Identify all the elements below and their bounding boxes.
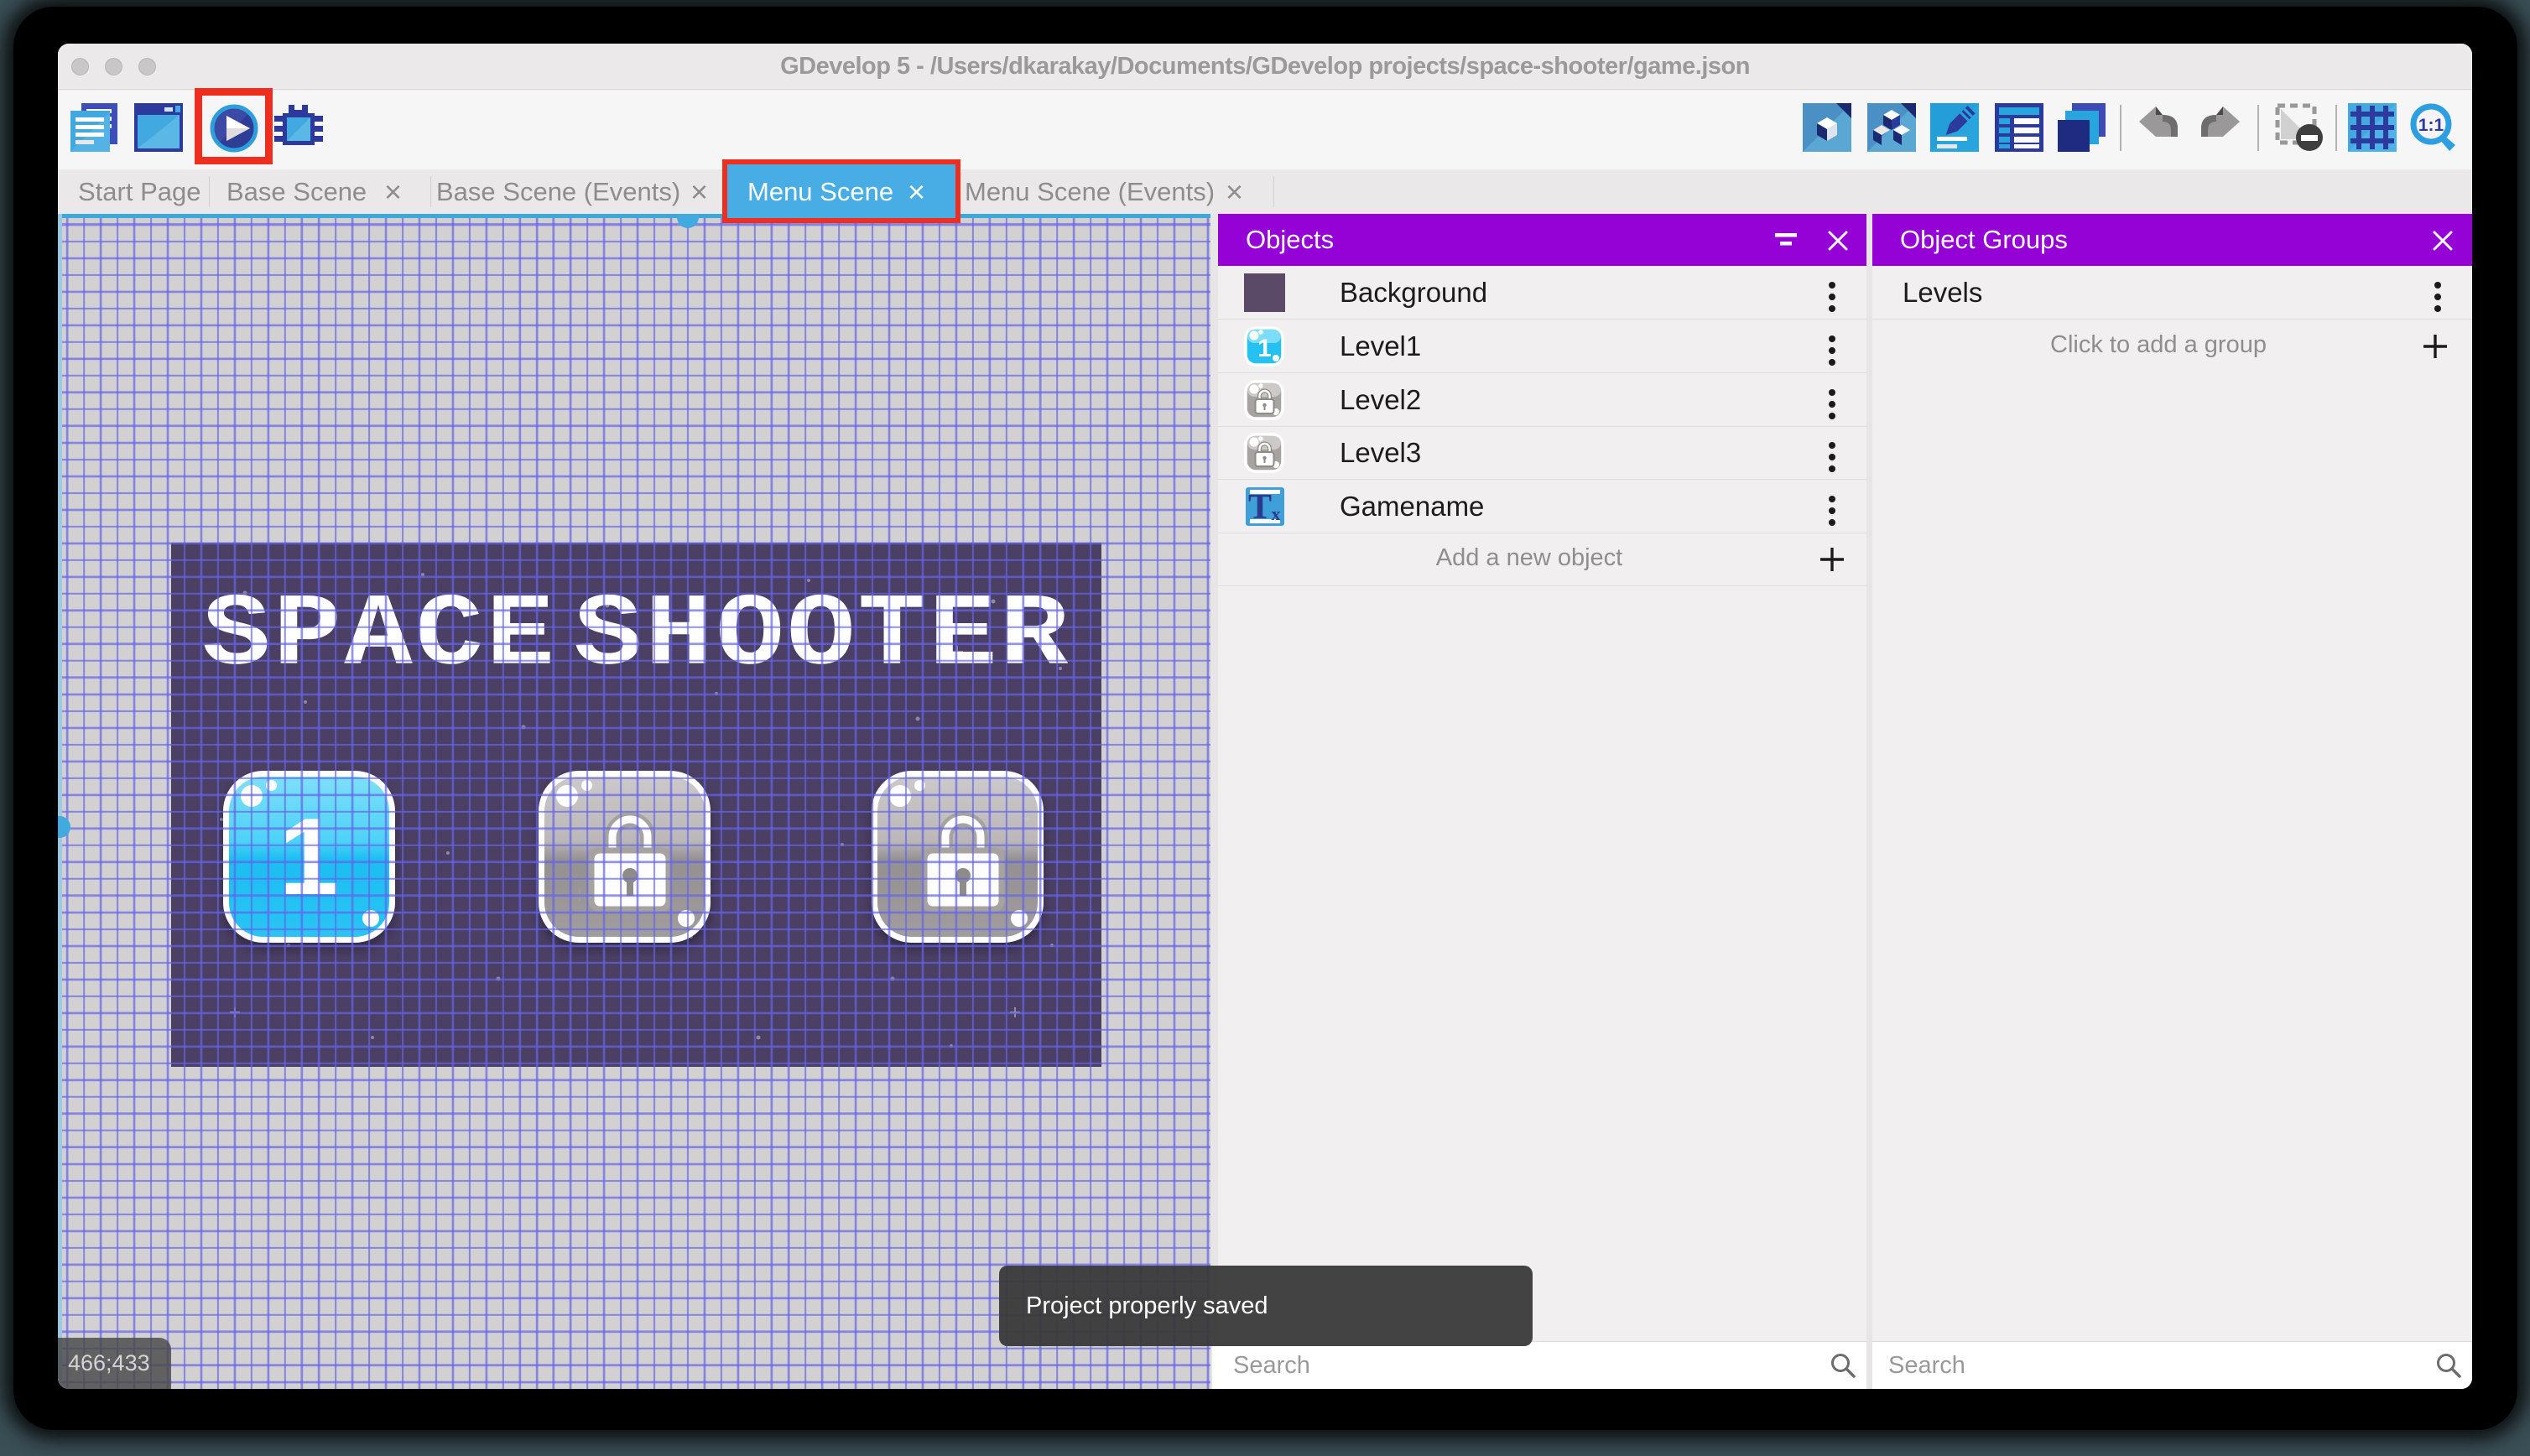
svg-text:T: T [1248,488,1272,526]
svg-text:1:1: 1:1 [2418,116,2444,135]
svg-text:x: x [1272,503,1281,524]
svg-text:1: 1 [1257,335,1272,362]
